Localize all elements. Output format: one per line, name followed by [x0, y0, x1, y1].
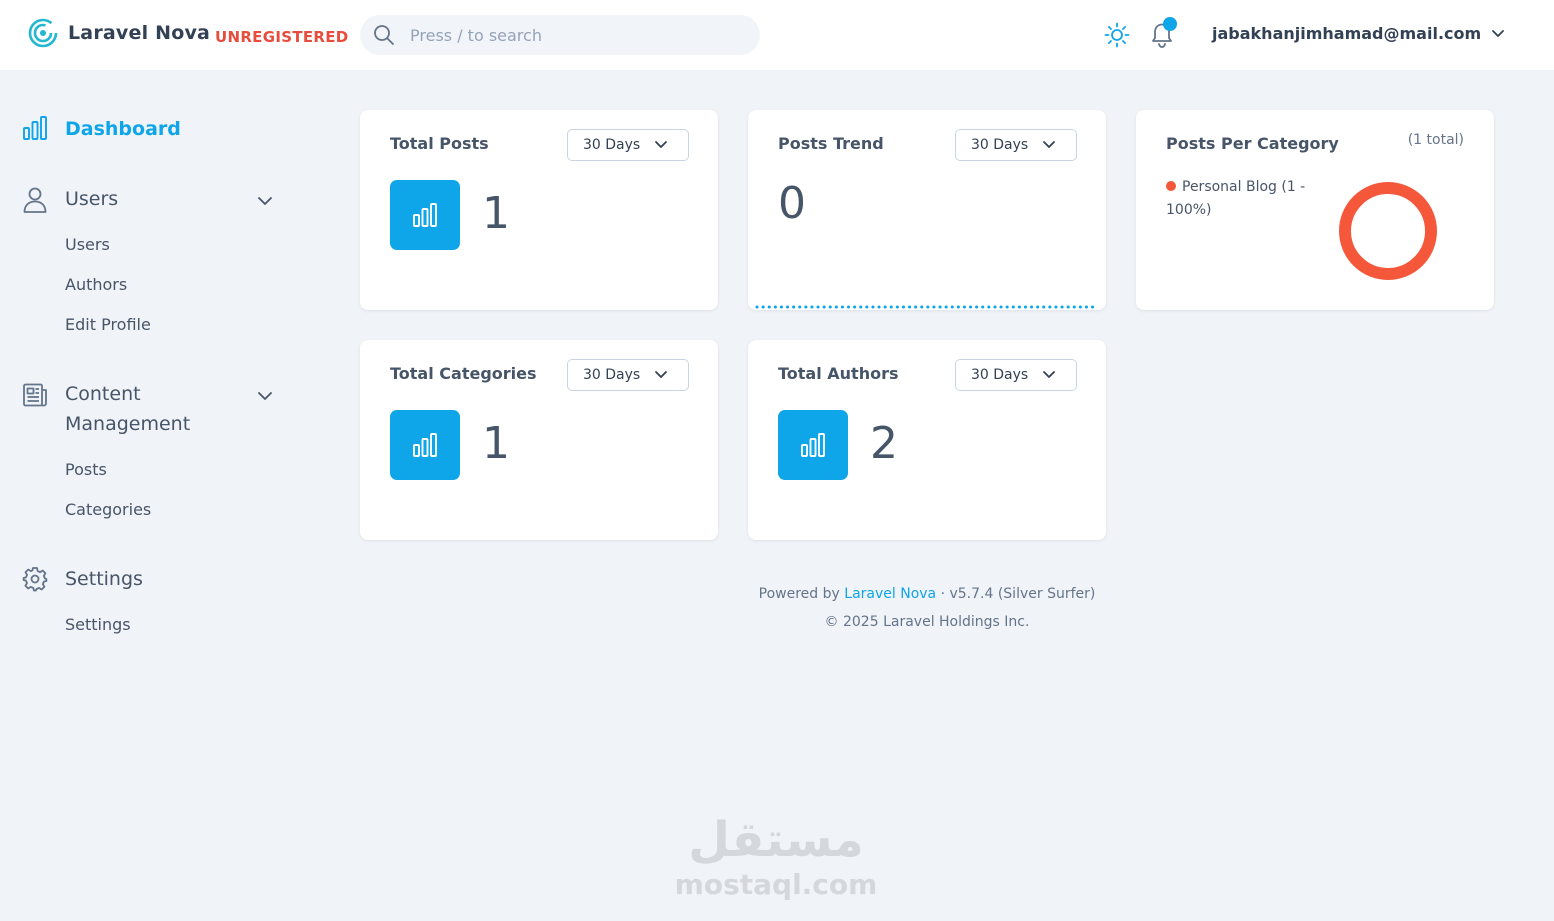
bar-chart-icon [801, 433, 825, 457]
range-select-value: 30 Days [971, 367, 1029, 383]
total-authors-card: Total Authors 30 Days 2 [748, 340, 1106, 540]
search-icon [374, 25, 394, 45]
sidebar-group-users[interactable]: Users [65, 184, 118, 214]
range-select[interactable]: 30 Days [567, 359, 689, 391]
sidebar-item-categories[interactable]: Categories [65, 500, 151, 519]
posts-per-category-card: Posts Per Category (1 total) Personal Bl… [1136, 110, 1494, 310]
bar-chart-icon [413, 433, 437, 457]
bar-chart-icon [413, 203, 437, 227]
total-categories-card: Total Categories 30 Days 1 [360, 340, 718, 540]
version-text: · v5.7.4 (Silver Surfer) [940, 586, 1096, 602]
user-menu-dropdown[interactable]: jabakhanjimhamad@mail.com [1212, 24, 1505, 43]
user-icon [23, 187, 47, 213]
sidebar-item-label: Users [65, 188, 119, 210]
bar-chart-icon [23, 116, 47, 140]
chevron-down-icon [655, 371, 667, 378]
top-header: Laravel Nova UNREGISTERED jabakhanjimham… [0, 0, 1554, 70]
watermark-arabic: مستقل [688, 812, 864, 868]
donut-slice-personal-blog [1339, 182, 1437, 280]
metric-icon-badge [390, 180, 460, 250]
gear-icon [22, 567, 48, 592]
chevron-down-icon[interactable] [257, 195, 273, 207]
legend-label: Personal Blog (1 - 100%) [1166, 179, 1306, 218]
newspaper-icon [23, 383, 47, 407]
card-title: Total Posts [390, 134, 489, 153]
theme-toggle-button[interactable] [1104, 22, 1130, 52]
brand-logo-link[interactable]: Laravel Nova [28, 18, 210, 48]
sidebar-item-posts[interactable]: Posts [65, 460, 107, 479]
mostaql-watermark: مستقل mostaql.com [640, 810, 912, 900]
sidebar-item-label: Management [65, 413, 191, 435]
sidebar-item-label: Settings [65, 568, 143, 590]
chevron-down-icon [1043, 371, 1055, 378]
brand-name: Laravel Nova [68, 22, 211, 44]
sidebar-group-content-management[interactable]: Content Management [65, 379, 190, 439]
chevron-down-icon [1043, 141, 1055, 148]
chevron-down-icon [1492, 29, 1505, 37]
powered-by-line: Powered by Laravel Nova · v5.7.4 (Silver… [360, 580, 1494, 608]
range-select-value: 30 Days [583, 367, 641, 383]
sun-icon [1104, 22, 1130, 48]
sidebar-item-label: Content [65, 383, 141, 405]
trend-sparkline [755, 305, 1099, 309]
range-select[interactable]: 30 Days [955, 129, 1077, 161]
range-select-value: 30 Days [583, 137, 641, 153]
chevron-down-icon [655, 141, 667, 148]
page-footer: Powered by Laravel Nova · v5.7.4 (Silver… [360, 580, 1494, 636]
legend-dot [1166, 181, 1176, 191]
sidebar-item-dashboard[interactable]: Dashboard [65, 114, 181, 144]
range-select[interactable]: 30 Days [567, 129, 689, 161]
card-title: Total Authors [778, 364, 899, 383]
copyright-text: © 2025 Laravel Holdings Inc. [824, 614, 1030, 630]
chevron-down-icon[interactable] [257, 390, 273, 402]
watermark-latin: mostaql.com [674, 868, 878, 901]
metric-value: 0 [778, 178, 806, 229]
card-title: Total Categories [390, 364, 537, 383]
card-title: Posts Per Category [1166, 134, 1339, 153]
notification-indicator [1163, 17, 1177, 31]
user-email: jabakhanjimhamad@mail.com [1212, 24, 1482, 43]
pie-legend: Personal Blog (1 - 100%) [1166, 176, 1326, 222]
global-search[interactable] [360, 15, 760, 55]
metric-value: 1 [482, 418, 510, 469]
posts-trend-card: Posts Trend 30 Days 0 [748, 110, 1106, 310]
sidebar-group-settings[interactable]: Settings [65, 564, 143, 594]
range-select-value: 30 Days [971, 137, 1029, 153]
nova-logo-icon [28, 18, 58, 48]
card-title: Posts Trend [778, 134, 884, 153]
sidebar-item-settings[interactable]: Settings [65, 615, 131, 634]
sidebar-item-authors[interactable]: Authors [65, 275, 127, 294]
metric-value: 1 [482, 188, 510, 239]
unregistered-badge: UNREGISTERED [215, 28, 349, 46]
search-input[interactable] [410, 15, 740, 55]
powered-by-text: Powered by [758, 586, 840, 602]
total-posts-card: Total Posts 30 Days 1 [360, 110, 718, 310]
range-select[interactable]: 30 Days [955, 359, 1077, 391]
metric-icon-badge [390, 410, 460, 480]
sidebar-item-edit-profile[interactable]: Edit Profile [65, 315, 151, 334]
sidebar-item-label: Dashboard [65, 118, 181, 140]
metric-icon-badge [778, 410, 848, 480]
category-donut-chart [1339, 182, 1437, 280]
sidebar-item-users[interactable]: Users [65, 235, 110, 254]
pie-total-count: (1 total) [1407, 132, 1464, 148]
laravel-nova-link[interactable]: Laravel Nova [844, 586, 936, 602]
metric-value: 2 [870, 418, 898, 469]
